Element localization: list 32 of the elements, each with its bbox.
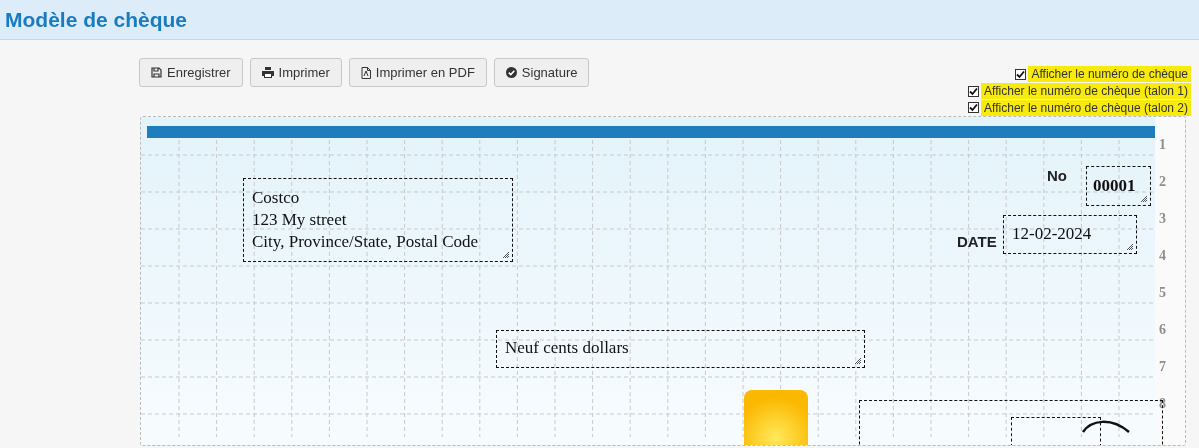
toolbar-button[interactable]: Enregistrer [139,58,243,87]
checkbox-label: Afficher le numéro de chèque [1028,66,1191,83]
checkbox[interactable] [968,102,980,114]
date-field[interactable]: 12-02-2024 [1003,215,1137,254]
checkbox-label: Afficher le numéro de chèque (talon 1) [981,83,1191,99]
row-number: 7 [1159,359,1166,375]
toolbar-button[interactable]: Imprimer [249,58,342,87]
address-field[interactable]: Costco 123 My street City, Province/State, Postal Code [243,178,513,262]
date-label: DATE [957,233,997,250]
toolbar-button[interactable]: Imprimer en PDF [348,58,487,87]
row-number: 4 [1159,248,1166,264]
row-number: 5 [1159,285,1166,301]
number-field[interactable]: 00001 [1086,166,1151,206]
checkbox[interactable] [1015,68,1027,80]
row-number: 1 [1159,137,1166,153]
resize-grip-icon [1126,243,1133,250]
pdf-file-icon [360,66,371,79]
resize-grip-icon [854,357,861,364]
resize-grip-icon [1140,195,1147,202]
row-number: 3 [1159,211,1166,227]
amount-words-field[interactable]: Neuf cents dollars [496,330,865,368]
resize-grip-icon [502,251,509,258]
toolbar-button[interactable]: Signature [493,58,590,87]
amount-field[interactable] [1011,417,1101,445]
row-number: 2 [1159,174,1166,190]
page-title: Modèle de chèque [5,7,188,32]
number-label: No [1047,167,1067,184]
check-circle-icon [505,67,517,78]
checkbox[interactable] [968,85,980,97]
printer-icon [261,67,274,78]
checkbox-label: Afficher le numéro de chèque (talon 2) [981,99,1191,116]
row-number: 6 [1159,322,1166,338]
